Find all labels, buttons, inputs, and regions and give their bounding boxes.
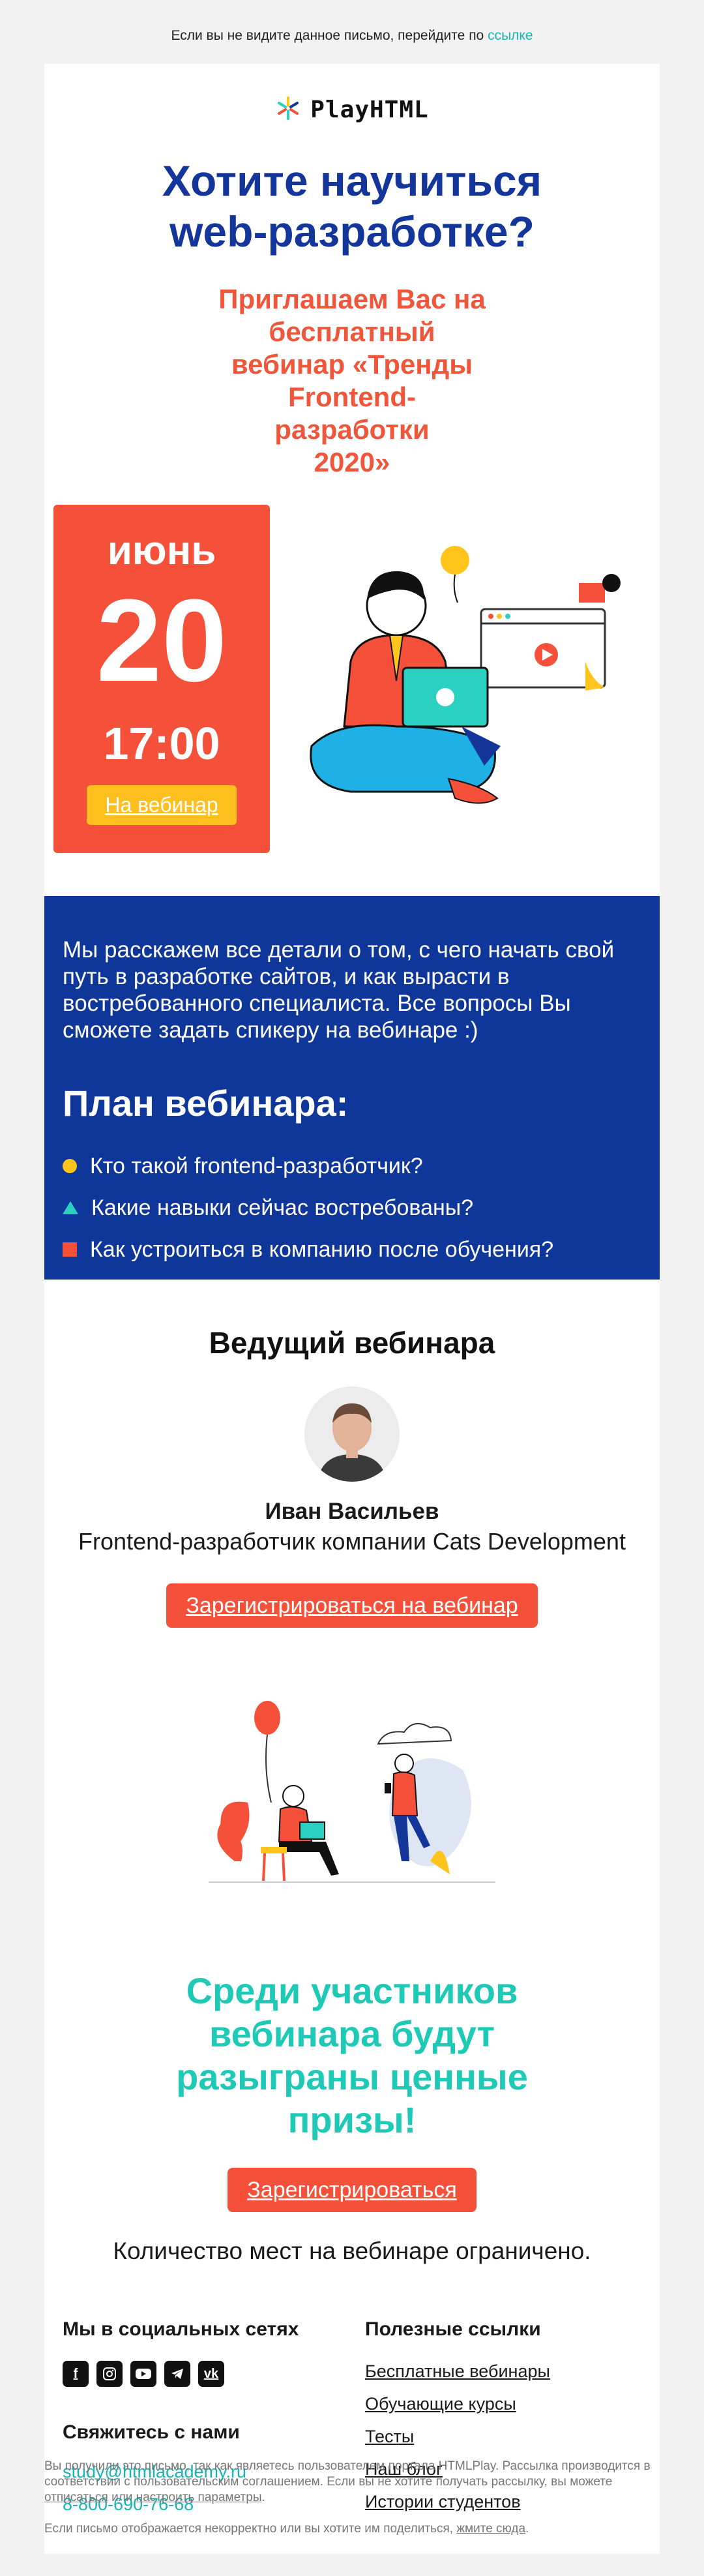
subtitle-line: 2020» — [314, 447, 390, 477]
list-item: Кто такой frontend-разработчик? — [63, 1153, 641, 1179]
disclaimer-text-part: Вы получили это письмо, так как являетес… — [44, 2459, 651, 2489]
avatar — [304, 1386, 400, 1482]
subtitle-line: вебинар «Тренды Frontend- — [231, 349, 473, 412]
disclaimer-text-part: . — [261, 2491, 265, 2504]
plan-item-text: Кто такой frontend-разработчик? — [90, 1154, 423, 1178]
prizes-button-row: Зарегистрироваться — [44, 2168, 660, 2212]
youtube-icon[interactable] — [130, 2361, 156, 2387]
subtitle-line: Приглашаем Вас на бесплатный — [218, 284, 486, 347]
contact-title: Свяжитесь с нами — [63, 2421, 240, 2443]
speaker-role: Frontend-разработчик компании Cats Devel… — [78, 1528, 626, 1555]
view-online-link[interactable]: жмите сюда — [456, 2522, 525, 2536]
email-card: PlayHTML Хотите научиться web-разработке… — [44, 64, 660, 2554]
telegram-icon[interactable] — [164, 2361, 190, 2387]
logo-text: PlayHTML — [310, 96, 429, 123]
date-card: июнь 20 17:00 На вебинар — [53, 505, 270, 853]
share-text: Если письмо отображается некорректно или… — [44, 2521, 660, 2537]
playhtml-logo-icon — [275, 95, 301, 125]
speaker-photo — [304, 1386, 400, 1482]
instagram-icon[interactable] — [96, 2361, 123, 2387]
email-page: Если вы не видите данное письмо, перейди… — [0, 0, 704, 2576]
seats-limited-note: Количество мест на вебинаре ограничено. — [113, 2238, 591, 2264]
speaker-name: Иван Васильев — [265, 1499, 439, 1524]
to-webinar-button[interactable]: На вебинар — [87, 785, 237, 825]
settings-link[interactable]: настроить параметры — [136, 2491, 262, 2504]
share-text-part: Если письмо отображается некорректно или… — [44, 2522, 457, 2536]
links-title: Полезные ссылки — [365, 2318, 541, 2340]
yellow-circle-icon — [63, 1159, 77, 1173]
social-links: f vk — [63, 2361, 339, 2387]
developer-illustration — [310, 546, 621, 804]
list-item: Как устроиться в компанию после обучения… — [63, 1236, 641, 1263]
event-month: июнь — [107, 528, 216, 573]
vk-icon[interactable]: vk — [198, 2361, 224, 2387]
footer-link[interactable]: Обучающие курсы — [365, 2393, 641, 2414]
plan-item-text: Какие навыки сейчас востребованы? — [91, 1195, 474, 1220]
speaker-section: Ведущий вебинара Иван Васильев Frontend-… — [44, 1280, 660, 1628]
list-item: Какие навыки сейчас востребованы? — [63, 1195, 641, 1221]
footer-link[interactable]: Тесты — [365, 2426, 641, 2447]
preheader-link[interactable]: ссылке — [488, 28, 533, 43]
logo[interactable]: PlayHTML — [44, 64, 660, 155]
social-title: Мы в социальных сетях — [63, 2318, 299, 2340]
plan-item-text: Как устроиться в компанию после обучения… — [90, 1237, 554, 1262]
about-text: Мы расскажем все детали о том, с чего на… — [63, 937, 615, 1043]
red-square-icon — [63, 1242, 77, 1257]
prizes-title: Среди участников вебинара будут разыгран… — [176, 1970, 528, 2140]
about-section: Мы расскажем все детали о том, с чего на… — [44, 896, 660, 1280]
preheader: Если вы не видите данное письмо, перейди… — [0, 0, 704, 64]
speaker-title: Ведущий вебинара — [209, 1326, 495, 1360]
participants-illustration — [209, 1701, 495, 1883]
facebook-icon[interactable]: f — [63, 2361, 89, 2387]
webinar-subtitle: Приглашаем Вас на бесплатный вебинар «Тр… — [44, 283, 660, 479]
disclaimer-text: Вы получили это письмо, так как являетес… — [44, 2459, 660, 2506]
headline: Хотите научиться web-разработке? — [162, 157, 542, 256]
disclaimer: Вы получили это письмо, так как являетес… — [44, 2459, 660, 2537]
hero-section: июнь 20 17:00 На вебинар — [44, 505, 660, 896]
unsubscribe-link[interactable]: отписаться — [44, 2491, 108, 2504]
plan-title: План вебинара: — [63, 1083, 349, 1124]
share-text-part: . — [525, 2522, 529, 2536]
subtitle-line: разработки — [274, 414, 430, 445]
register-webinar-button[interactable]: Зарегистрироваться на вебинар — [166, 1583, 538, 1628]
disclaimer-text-part: или — [108, 2491, 136, 2504]
plan-list: Кто такой frontend-разработчик? Какие на… — [63, 1153, 641, 1263]
event-time: 17:00 — [103, 718, 220, 769]
footer-link[interactable]: Бесплатные вебинары — [365, 2361, 641, 2382]
event-day: 20 — [96, 575, 227, 706]
preheader-text: Если вы не видите данное письмо, перейди… — [171, 28, 488, 43]
teal-triangle-icon — [63, 1201, 78, 1214]
register-button[interactable]: Зарегистрироваться — [227, 2168, 477, 2212]
